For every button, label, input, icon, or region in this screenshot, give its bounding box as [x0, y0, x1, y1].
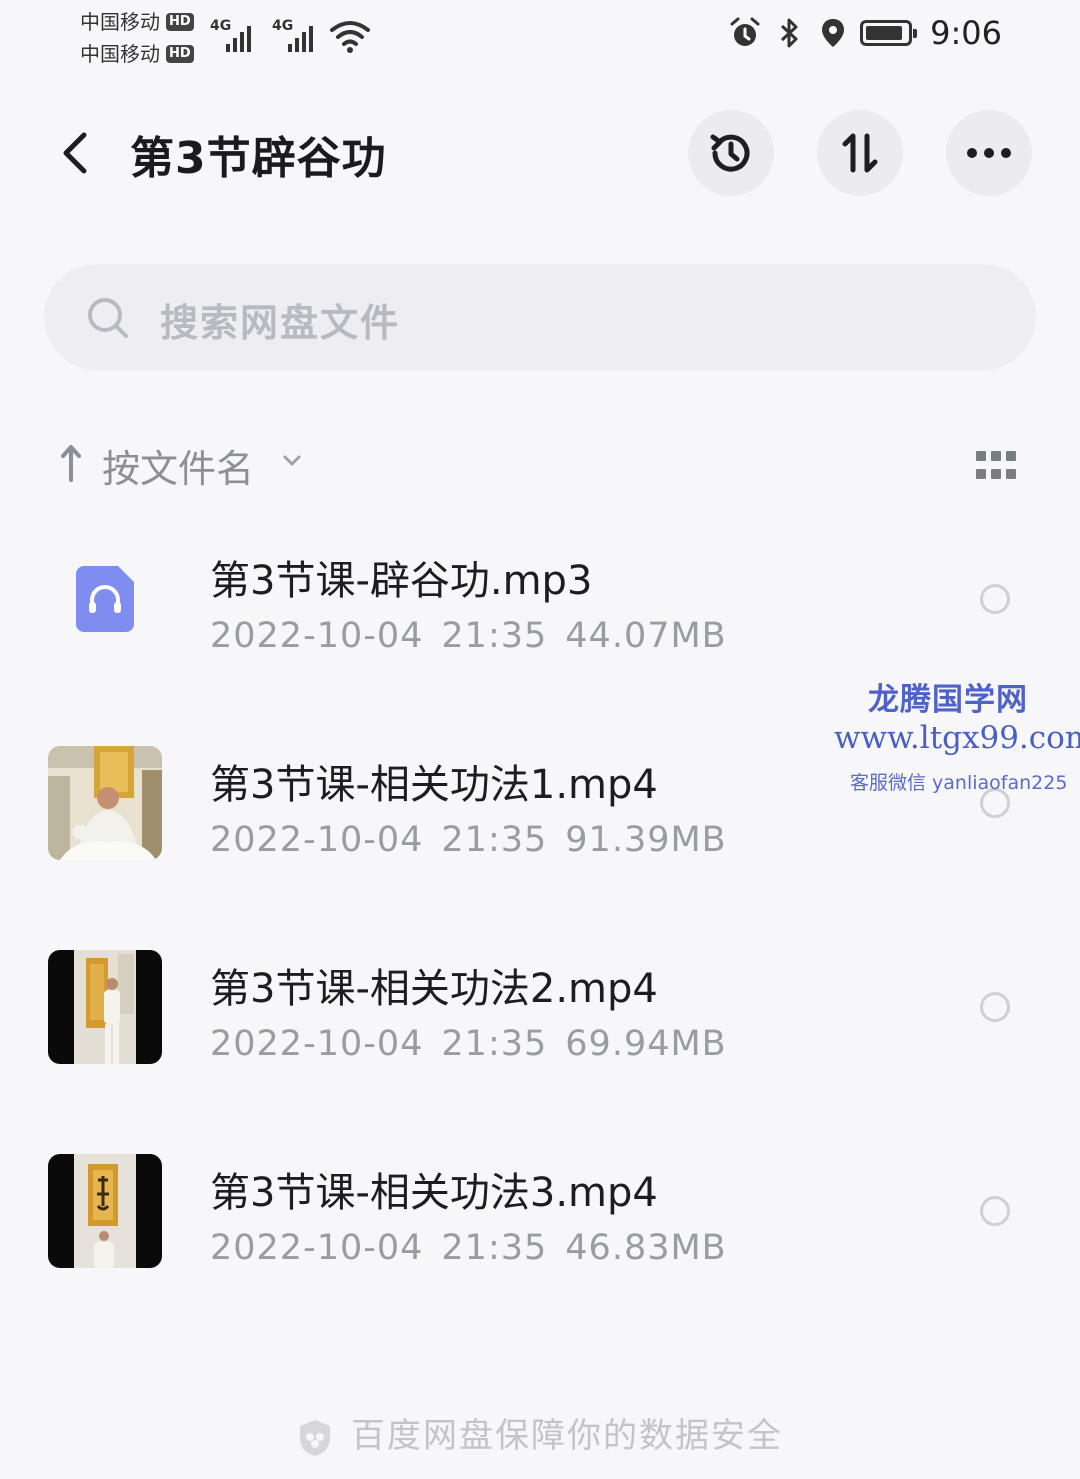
- wifi-icon: [330, 21, 370, 53]
- file-row[interactable]: 第3节课-相关功法2.mp4 2022-10-04 21:35 69.94MB: [0, 908, 1080, 1112]
- security-footer: 百度网盘保障你的数据安全: [0, 1408, 1080, 1458]
- header: 第3节辟谷功: [0, 100, 1080, 210]
- bluetooth-icon: [781, 18, 798, 48]
- file-meta: 2022-10-04 21:35 46.83MB: [210, 1228, 745, 1268]
- history-icon: [710, 134, 750, 172]
- audio-file-icon: [76, 566, 134, 632]
- network-type-2: 4G: [272, 18, 294, 34]
- sort-direction-icon[interactable]: [58, 442, 84, 482]
- file-time: 21:35: [441, 1228, 548, 1268]
- transfer-icon: [842, 133, 878, 173]
- file-size: 91.39MB: [565, 820, 727, 860]
- status-time: 9:06: [930, 14, 1002, 52]
- file-name: 第3节课-相关功法1.mp4: [210, 762, 658, 808]
- file-size: 44.07MB: [565, 616, 727, 656]
- file-time: 21:35: [441, 1024, 548, 1064]
- file-date: 2022-10-04: [210, 1228, 424, 1268]
- signal-2-icon: 4G: [272, 18, 313, 52]
- watermark-site-name: 龙腾国学网: [868, 682, 1028, 718]
- history-button[interactable]: [688, 110, 774, 196]
- watermark-url: www.ltgx99.com: [834, 720, 1080, 756]
- more-icon: [967, 148, 1011, 158]
- search-icon: [88, 298, 128, 338]
- video-thumbnail: [48, 1154, 162, 1268]
- video-thumbnail: [48, 746, 162, 860]
- file-name: 第3节课-相关功法2.mp4: [210, 966, 658, 1012]
- search-placeholder: 搜索网盘文件: [160, 301, 401, 345]
- transfer-button[interactable]: [817, 110, 903, 196]
- more-button[interactable]: [946, 110, 1032, 196]
- file-size: 69.94MB: [565, 1024, 727, 1064]
- file-name: 第3节课-相关功法3.mp4: [210, 1170, 658, 1216]
- footer-text: 百度网盘保障你的数据安全: [351, 1416, 783, 1456]
- grid-view-icon[interactable]: [976, 451, 1016, 481]
- file-time: 21:35: [441, 820, 548, 860]
- status-right: 9:06: [728, 14, 1002, 52]
- back-arrow-icon: [63, 132, 87, 174]
- carrier-info: 中国移动 HD 中国移动 HD: [80, 6, 194, 70]
- alarm-icon: [730, 17, 760, 46]
- file-date: 2022-10-04: [210, 820, 424, 860]
- hd-badge: HD: [166, 45, 194, 63]
- page-title: 第3节辟谷功: [130, 133, 387, 184]
- select-checkbox[interactable]: [980, 584, 1010, 614]
- watermark-contact: 客服微信 yanliaofan225: [850, 772, 1068, 794]
- select-checkbox[interactable]: [980, 1196, 1010, 1226]
- file-date: 2022-10-04: [210, 616, 424, 656]
- network-type-1: 4G: [210, 18, 232, 34]
- file-date: 2022-10-04: [210, 1024, 424, 1064]
- file-meta: 2022-10-04 21:35 44.07MB: [210, 616, 745, 656]
- sort-label[interactable]: 按文件名: [102, 438, 254, 493]
- signal-1-icon: 4G: [210, 18, 251, 52]
- carrier-2-label: 中国移动: [80, 42, 160, 66]
- back-button[interactable]: [50, 128, 100, 178]
- location-icon: [822, 19, 845, 47]
- shield-icon: [300, 1419, 330, 1456]
- file-meta: 2022-10-04 21:35 91.39MB: [210, 820, 745, 860]
- chevron-down-icon[interactable]: [282, 454, 302, 468]
- carrier-1: 中国移动 HD: [80, 6, 194, 38]
- battery-icon: [860, 20, 918, 46]
- file-row[interactable]: 第3节课-相关功法3.mp4 2022-10-04 21:35 46.83MB: [0, 1112, 1080, 1316]
- select-checkbox[interactable]: [980, 992, 1010, 1022]
- file-time: 21:35: [441, 616, 548, 656]
- carrier-2: 中国移动 HD: [80, 38, 194, 70]
- status-bar: 中国移动 HD 中国移动 HD 4G 4G 9:06: [0, 0, 1080, 80]
- video-thumbnail: [48, 950, 162, 1064]
- file-meta: 2022-10-04 21:35 69.94MB: [210, 1024, 745, 1064]
- file-size: 46.83MB: [565, 1228, 727, 1268]
- hd-badge: HD: [166, 13, 194, 31]
- file-name: 第3节课-辟谷功.mp3: [210, 558, 593, 604]
- carrier-1-label: 中国移动: [80, 10, 160, 34]
